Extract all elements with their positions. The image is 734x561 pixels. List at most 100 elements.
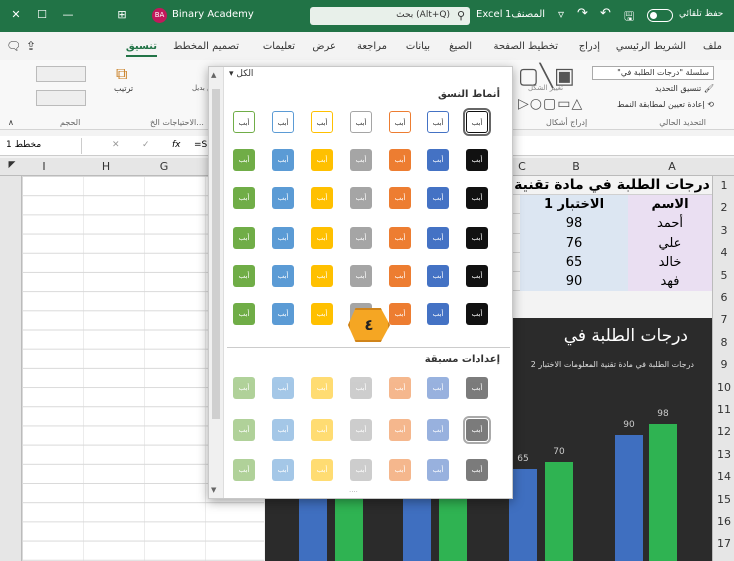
name-cell[interactable]: علي xyxy=(628,233,712,253)
style-swatch[interactable]: أبب xyxy=(350,111,372,133)
style-swatch[interactable]: أبب xyxy=(233,187,255,209)
format-selection-button[interactable]: 🖌 تنسيق التحديد xyxy=(655,84,714,93)
tab-insert[interactable]: إدراج xyxy=(579,41,600,52)
style-swatch[interactable]: أبب xyxy=(272,419,294,441)
score-cell[interactable]: 76 xyxy=(520,233,628,253)
style-swatch[interactable]: أبب xyxy=(466,227,488,249)
minimize-icon[interactable]: — xyxy=(60,8,76,21)
style-swatch[interactable]: أبب xyxy=(350,149,372,171)
style-swatch[interactable]: أبب xyxy=(463,416,491,444)
tab-formulas[interactable]: الصيغ xyxy=(449,41,472,52)
score-cell[interactable]: 65 xyxy=(520,252,628,272)
row-header[interactable]: 4 xyxy=(713,246,734,259)
chart-bar[interactable] xyxy=(439,491,467,561)
style-swatch[interactable]: أبب xyxy=(233,111,255,133)
style-swatch[interactable]: أبب xyxy=(389,303,411,325)
row-header[interactable]: 10 xyxy=(713,381,734,394)
style-swatch[interactable]: أبب xyxy=(466,187,488,209)
style-swatch[interactable]: أبب xyxy=(350,377,372,399)
style-swatch[interactable]: أبب xyxy=(350,459,372,481)
style-swatch[interactable]: أبب xyxy=(427,227,449,249)
column-header[interactable]: I xyxy=(34,160,54,173)
style-swatch[interactable]: أبب xyxy=(427,265,449,287)
tab-page-layout[interactable]: تخطيط الصفحة xyxy=(493,41,558,52)
style-swatch[interactable]: أبب xyxy=(389,227,411,249)
chart-elements-select[interactable]: سلسلة "درجات الطلبة في" xyxy=(592,66,714,80)
tab-view[interactable]: عرض xyxy=(312,41,336,52)
row-header[interactable]: 13 xyxy=(713,448,734,461)
style-swatch[interactable]: أبب xyxy=(389,149,411,171)
chart-bar[interactable] xyxy=(299,491,327,561)
cancel-icon[interactable]: ✕ xyxy=(112,140,120,150)
row-header[interactable]: 2 xyxy=(713,201,734,214)
style-swatch[interactable]: أبب xyxy=(466,459,488,481)
save-icon[interactable]: 🖫 xyxy=(624,7,634,28)
style-swatch[interactable]: أبب xyxy=(389,419,411,441)
scroll-up-icon[interactable]: ▲ xyxy=(211,71,216,79)
chart-title[interactable]: درجات الطلبة في xyxy=(564,326,688,346)
style-swatch[interactable]: أبب xyxy=(350,187,372,209)
style-swatch[interactable]: أبب xyxy=(466,303,488,325)
tab-file[interactable]: ملف xyxy=(703,41,722,52)
row-header[interactable]: 7 xyxy=(713,313,734,326)
tab-data[interactable]: بيانات xyxy=(406,41,430,52)
style-swatch[interactable]: أبب xyxy=(233,303,255,325)
row-header[interactable]: 9 xyxy=(713,358,734,371)
style-swatch[interactable]: أبب xyxy=(389,459,411,481)
style-swatch[interactable]: أبب xyxy=(427,303,449,325)
column-header[interactable]: C xyxy=(512,160,532,173)
column-header[interactable]: B xyxy=(566,160,586,173)
change-shape-button[interactable]: تغيير الشكل xyxy=(528,84,563,92)
row-header[interactable]: 14 xyxy=(713,470,734,483)
style-swatch[interactable]: أبب xyxy=(389,187,411,209)
style-swatch[interactable]: أبب xyxy=(233,227,255,249)
name-box[interactable]: مخطط 1 xyxy=(2,138,82,154)
scrollbar-thumb[interactable] xyxy=(212,89,220,419)
tab-home[interactable]: الشريط الرئيسي xyxy=(616,41,686,52)
row-header[interactable]: 17 xyxy=(713,537,734,550)
column-header[interactable]: H xyxy=(96,160,116,173)
width-input[interactable] xyxy=(36,90,86,106)
style-swatch[interactable]: أبب xyxy=(311,377,333,399)
arrange-button[interactable]: ترتيب xyxy=(114,84,133,93)
style-swatch[interactable]: أبب xyxy=(350,419,372,441)
chart-bar[interactable] xyxy=(649,424,677,561)
row-header[interactable]: 3 xyxy=(713,224,734,237)
chart-bar[interactable] xyxy=(335,491,363,561)
style-swatch[interactable]: أبب xyxy=(233,265,255,287)
tab-review[interactable]: مراجعة xyxy=(357,41,387,52)
scroll-down-icon[interactable]: ▼ xyxy=(211,486,216,494)
header-cell-name[interactable]: الاسم xyxy=(628,195,712,215)
name-cell[interactable]: خالد xyxy=(628,252,712,272)
style-swatch[interactable]: أبب xyxy=(427,149,449,171)
style-swatch[interactable]: أبب xyxy=(233,459,255,481)
style-swatch[interactable]: أبب xyxy=(466,265,488,287)
style-swatch[interactable]: أبب xyxy=(311,265,333,287)
style-swatch[interactable]: أبب xyxy=(272,303,294,325)
style-swatch[interactable]: أبب xyxy=(311,187,333,209)
function-icon[interactable]: fx xyxy=(172,140,181,150)
ribbon-display-icon[interactable]: ⊞ xyxy=(114,8,130,21)
style-swatch[interactable]: أبب xyxy=(272,265,294,287)
column-header[interactable]: G xyxy=(154,160,174,173)
row-header[interactable]: 1 xyxy=(713,179,734,192)
comments-icon[interactable]: 🗨 xyxy=(6,39,21,53)
avatar[interactable]: BA xyxy=(152,8,167,23)
column-header[interactable]: A xyxy=(662,160,682,173)
sheet-title[interactable]: درجات الطلبة في مادة تقنية xyxy=(512,176,712,195)
style-swatch[interactable]: أبب xyxy=(350,265,372,287)
row-header[interactable]: 6 xyxy=(713,291,734,304)
style-swatch[interactable]: أبب xyxy=(233,419,255,441)
style-swatch[interactable]: أبب xyxy=(272,377,294,399)
select-all-icon[interactable]: ◤ xyxy=(2,160,22,170)
tab-help[interactable]: تعليمات xyxy=(263,41,295,52)
enter-icon[interactable]: ✓ xyxy=(142,140,150,150)
style-swatch[interactable]: أبب xyxy=(272,149,294,171)
reset-style-button[interactable]: ⟲ إعادة تعيين لمطابقة النمط xyxy=(617,100,714,109)
share-icon[interactable]: ⇪ xyxy=(26,39,36,53)
style-swatch[interactable]: أبب xyxy=(311,111,333,133)
customize-icon[interactable]: ▿ xyxy=(558,7,564,21)
style-swatch[interactable]: أبب xyxy=(466,149,488,171)
autosave-toggle[interactable] xyxy=(647,9,673,22)
name-cell[interactable]: فهد xyxy=(628,271,712,292)
